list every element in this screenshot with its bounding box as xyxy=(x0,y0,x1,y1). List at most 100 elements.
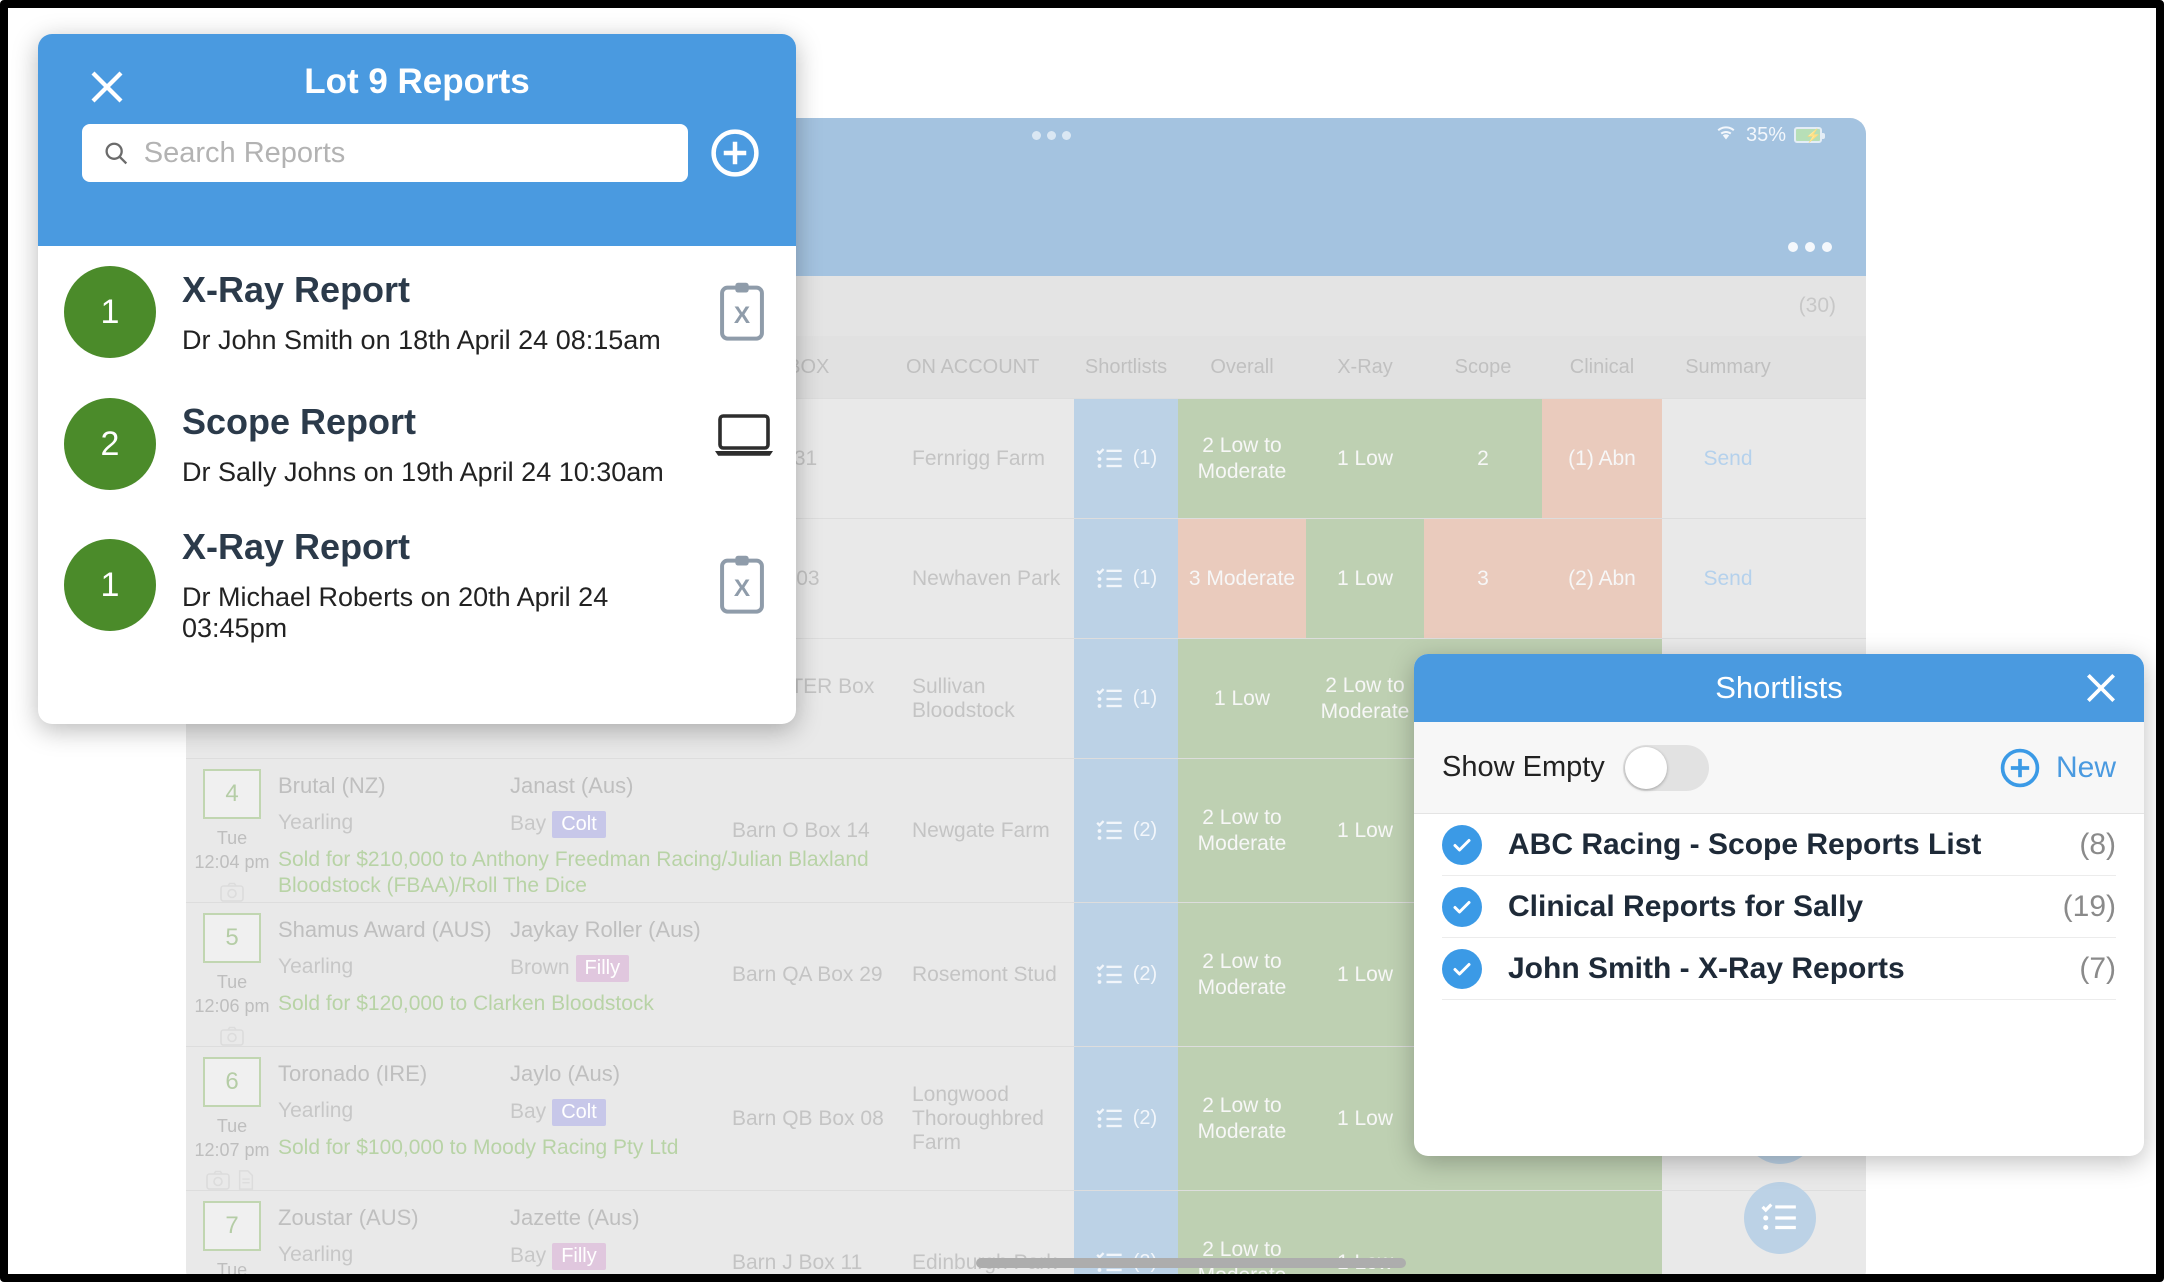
on-account-cell: Fernrigg Farm xyxy=(912,446,1046,470)
lot-media-icons xyxy=(220,882,244,902)
close-shortlists-button[interactable] xyxy=(2082,669,2120,707)
shortlists-cell[interactable]: (1) xyxy=(1074,639,1178,758)
camera-icon xyxy=(220,882,244,902)
shortlists-count: (2) xyxy=(1132,1107,1158,1129)
on-account-cell: Longwood Thoroughbred Farm xyxy=(912,1082,1044,1154)
shortlist-row[interactable]: John Smith - X-Ray Reports (7) xyxy=(1442,938,2116,1000)
report-list-item[interactable]: 1 X-Ray Report Dr Michael Roberts on 20th … xyxy=(38,510,796,660)
lot-number: 7 xyxy=(203,1201,261,1251)
shortlists-cell[interactable]: (2) xyxy=(1074,1191,1178,1274)
xray-cell[interactable]: 1 Low xyxy=(1306,519,1424,638)
overall-cell[interactable]: 1 Low xyxy=(1178,639,1306,758)
overall-cell[interactable]: 3 Moderate xyxy=(1178,519,1306,638)
reports-search-box[interactable] xyxy=(82,124,688,182)
dam-cell: Jazette (Aus) Bay Filly xyxy=(510,1191,726,1274)
svg-text:X: X xyxy=(734,575,751,602)
overall-cell[interactable]: 2 Low to Moderate xyxy=(1178,399,1306,518)
xray-cell[interactable]: 1 Low xyxy=(1306,903,1424,1046)
xray-cell[interactable]: 1 Low xyxy=(1306,1191,1424,1274)
header-overflow-menu-icon[interactable] xyxy=(1788,242,1832,252)
clipboard-xray-icon: X xyxy=(714,281,770,343)
clinical-cell[interactable]: (1) Abn xyxy=(1542,399,1662,518)
table-row[interactable]: 7Tue12:09 pmZoustar (AUS)YearlingSold fo… xyxy=(186,1190,1866,1274)
lot-time: 12:04 pm xyxy=(194,852,270,872)
show-empty-toggle[interactable] xyxy=(1622,744,1709,791)
sire-cell: Shamus Award (AUS) Yearling Sold for $120,… xyxy=(278,903,654,1046)
lot-number: 5 xyxy=(203,913,261,963)
summary-cell[interactable]: Send xyxy=(1662,399,1794,518)
shortlist-row[interactable]: Clinical Reports for Sally (19) xyxy=(1442,876,2116,938)
shortlists-cell[interactable]: (2) xyxy=(1074,903,1178,1046)
dam-cell: Jaykay Roller (Aus) Brown Filly xyxy=(510,903,726,1046)
overall-cell[interactable]: 2 Low to Moderate xyxy=(1178,903,1306,1046)
lot-cell: 5 Tue 12:06 pm xyxy=(186,903,278,1046)
shortlists-panel: Shortlists Show Empty New ABC Racing - S… xyxy=(1414,654,2144,1156)
overall-cell[interactable]: 2 Low to Moderate xyxy=(1178,1191,1306,1274)
add-report-button[interactable] xyxy=(708,126,762,180)
overall-cell[interactable]: 2 Low to Moderate xyxy=(1178,759,1306,902)
close-icon xyxy=(2086,673,2116,703)
report-list-item[interactable]: 1 X-Ray Report Dr John Smith on 18th April… xyxy=(38,246,796,378)
col-header-clinical: Clinical xyxy=(1569,355,1635,378)
search-icon xyxy=(105,142,128,165)
on-account-cell: Rosemont Stud xyxy=(912,962,1057,986)
shortlists-cell[interactable]: (2) xyxy=(1074,759,1178,902)
report-list-item[interactable]: 2 Scope Report Dr Sally Johns on 19th Apri… xyxy=(38,378,796,510)
report-count-badge: 1 xyxy=(64,266,156,358)
clinical-cell[interactable]: (2) Abn xyxy=(1542,519,1662,638)
shortlists-count: (2) xyxy=(1132,963,1158,985)
report-text: X-Ray Report Dr John Smith on 18th April … xyxy=(182,269,688,356)
sire-cell: Brutal (NZ) Yearling Sold for $210,000 to … xyxy=(278,759,869,902)
lot-time: 12:07 pm xyxy=(194,1140,270,1160)
col-header-scope: Scope xyxy=(1454,355,1512,378)
shortlist-checkbox[interactable] xyxy=(1442,886,1482,927)
battery-icon: ⚡ xyxy=(1794,127,1825,143)
close-reports-button[interactable] xyxy=(86,66,128,108)
laptop-scope-icon xyxy=(714,413,773,475)
dam-name: Janast (Aus) xyxy=(510,773,634,798)
report-count-badge: 2 xyxy=(64,398,156,490)
new-shortlist-button[interactable]: New xyxy=(1998,746,2116,790)
xray-cell[interactable]: 2 Low to Moderate xyxy=(1306,639,1424,758)
report-text: Scope Report Dr Sally Johns on 19th April… xyxy=(182,401,688,488)
reports-list: 1 X-Ray Report Dr John Smith on 18th April… xyxy=(38,246,796,660)
filter-fab[interactable] xyxy=(1744,1182,1816,1254)
shortlists-list: ABC Racing - Scope Reports List (8) Clinic… xyxy=(1414,814,2144,1000)
colour-sex: Bay Colt xyxy=(510,1099,620,1126)
search-reports-input[interactable] xyxy=(143,136,668,170)
shortlists-count: (1) xyxy=(1132,447,1158,469)
status-right: 35% ⚡ xyxy=(1714,123,1825,147)
on-account-cell: Newgate Farm xyxy=(912,818,1050,842)
shortlist-checkbox[interactable] xyxy=(1442,824,1482,865)
report-count-badge: 1 xyxy=(64,539,156,631)
scope-cell[interactable]: 3 xyxy=(1424,519,1542,638)
col-header-summary: Summary xyxy=(1685,355,1771,378)
clinical-cell[interactable] xyxy=(1542,1191,1662,1274)
plus-circle-icon xyxy=(1998,746,2042,790)
horizontal-scrollbar[interactable] xyxy=(976,1258,1406,1268)
overall-cell[interactable]: 2 Low to Moderate xyxy=(1178,1047,1306,1190)
xray-cell[interactable]: 1 Low xyxy=(1306,1047,1424,1190)
xray-cell[interactable]: 1 Low xyxy=(1306,759,1424,902)
xray-cell[interactable]: 1 Low xyxy=(1306,399,1424,518)
col-header-overall: Overall xyxy=(1210,355,1274,378)
sex-badge: Filly xyxy=(552,1243,606,1270)
lot-reports-panel: Lot 9 Reports 1 X-Ray Report Dr John Smith… xyxy=(38,34,796,724)
lot-day: Tue xyxy=(216,1116,248,1136)
shortlists-panel-header: Shortlists xyxy=(1414,654,2144,722)
summary-cell[interactable]: Send xyxy=(1662,519,1794,638)
shortlist-row[interactable]: ABC Racing - Scope Reports List (8) xyxy=(1442,814,2116,876)
shortlists-cell[interactable]: (2) xyxy=(1074,1047,1178,1190)
lot-number: 4 xyxy=(203,769,261,819)
lot-media-icons xyxy=(206,1170,258,1190)
shortlists-toolbar: Show Empty New xyxy=(1414,722,2144,814)
shortlists-cell[interactable]: (1) xyxy=(1074,399,1178,518)
shortlist-label: ABC Racing - Scope Reports List xyxy=(1508,827,1982,861)
close-icon xyxy=(91,71,123,103)
shortlist-checkbox[interactable] xyxy=(1442,948,1482,989)
status-dots-icon xyxy=(1032,130,1072,140)
scope-cell[interactable]: 2 xyxy=(1424,399,1542,518)
scope-cell[interactable] xyxy=(1424,1191,1542,1274)
camera-icon xyxy=(220,1026,244,1046)
shortlists-cell[interactable]: (1) xyxy=(1074,519,1178,638)
